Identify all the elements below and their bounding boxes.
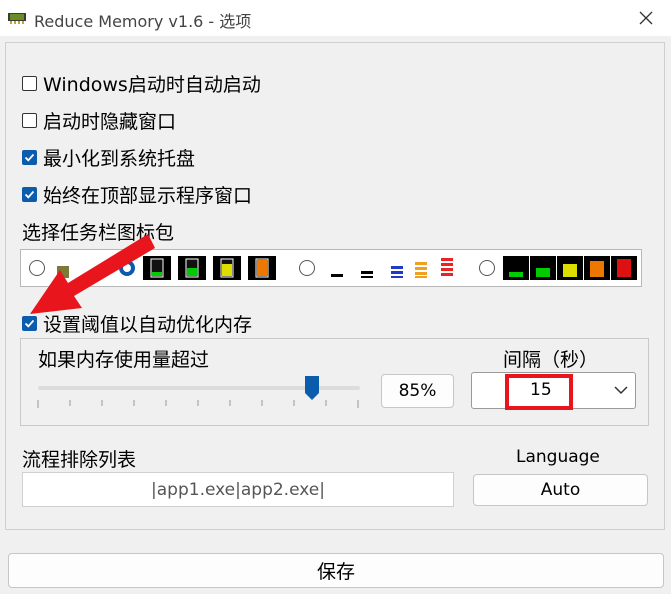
exclusion-list-input[interactable]: |app1.exe|app2.exe| bbox=[22, 472, 454, 507]
memory-usage-label: 如果内存使用量超过 bbox=[38, 349, 210, 371]
window-title: Reduce Memory v1.6 - 选项 bbox=[34, 12, 252, 31]
language-button[interactable]: Auto bbox=[473, 474, 648, 506]
annotation-arrow-icon bbox=[30, 234, 155, 314]
hide-on-start-option[interactable]: 启动时隐藏窗口 bbox=[22, 107, 176, 134]
autostart-checkbox[interactable] bbox=[22, 76, 37, 91]
exclusion-list-label: 流程排除列表 bbox=[22, 449, 137, 471]
interval-label: 间隔（秒） bbox=[503, 349, 599, 371]
hide-on-start-label: 启动时隐藏窗口 bbox=[43, 111, 177, 133]
percent-value: 85% bbox=[398, 381, 437, 401]
language-label: Language bbox=[516, 447, 600, 467]
minimize-to-tray-label: 最小化到系统托盘 bbox=[43, 148, 196, 170]
autostart-option[interactable]: Windows启动时自动启动 bbox=[22, 70, 261, 97]
autostart-label: Windows启动时自动启动 bbox=[43, 74, 261, 96]
language-value: Auto bbox=[540, 480, 581, 500]
icon-pack-preview-4 bbox=[503, 256, 637, 280]
minimize-to-tray-option[interactable]: 最小化到系统托盘 bbox=[22, 144, 195, 171]
close-icon bbox=[639, 11, 653, 25]
always-on-top-label: 始终在顶部显示程序窗口 bbox=[43, 185, 253, 207]
always-on-top-checkbox[interactable] bbox=[22, 187, 37, 202]
close-button[interactable] bbox=[626, 3, 666, 33]
percent-button[interactable]: 85% bbox=[381, 374, 454, 408]
minimize-to-tray-checkbox[interactable] bbox=[22, 150, 37, 165]
memory-chip-icon bbox=[8, 13, 26, 24]
icon-pack-radio-3[interactable] bbox=[299, 260, 315, 276]
annotation-highlight-box bbox=[505, 374, 573, 410]
icon-pack-preview-3 bbox=[331, 258, 453, 278]
slider-thumb[interactable] bbox=[304, 375, 320, 401]
title-bar: Reduce Memory v1.6 - 选项 bbox=[0, 0, 671, 36]
checkmark-icon bbox=[24, 153, 35, 162]
chevron-down-icon[interactable] bbox=[614, 386, 628, 395]
checkmark-icon bbox=[24, 190, 35, 199]
icon-pack-preview-2 bbox=[143, 256, 276, 280]
save-button[interactable]: 保存 bbox=[8, 553, 664, 588]
icon-pack-radio-4[interactable] bbox=[479, 260, 495, 276]
save-label: 保存 bbox=[316, 561, 355, 583]
exclusion-list-value: |app1.exe|app2.exe| bbox=[151, 479, 325, 500]
hide-on-start-checkbox[interactable] bbox=[22, 113, 37, 128]
always-on-top-option[interactable]: 始终在顶部显示程序窗口 bbox=[22, 181, 252, 208]
